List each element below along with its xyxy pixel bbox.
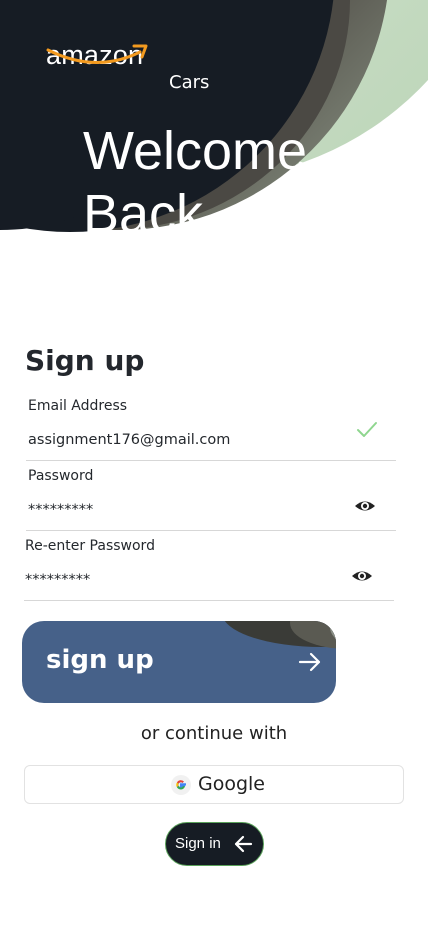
check-icon: [357, 422, 377, 437]
google-icon: [171, 775, 191, 795]
email-label: Email Address: [28, 398, 128, 414]
repassword-label: Re-enter Password: [25, 538, 155, 554]
repassword-input[interactable]: *********: [25, 572, 90, 588]
google-signin-button[interactable]: Google: [24, 765, 404, 804]
password-field[interactable]: Password *********: [26, 468, 396, 531]
signup-button[interactable]: sign up: [22, 621, 336, 703]
password-label: Password: [28, 468, 94, 484]
eye-icon[interactable]: [351, 566, 373, 586]
signin-button-label: Sign in: [175, 835, 221, 852]
continue-with-text: or continue with: [140, 723, 288, 744]
eye-icon[interactable]: [354, 496, 376, 516]
page-title: Sign up: [25, 344, 145, 377]
arrow-left-icon: [234, 835, 253, 853]
welcome-line-1: Welcome: [83, 121, 308, 181]
email-field[interactable]: Email Address assignment176@gmail.com: [26, 398, 396, 461]
welcome-line-2: Back: [83, 184, 204, 244]
email-input[interactable]: assignment176@gmail.com: [28, 432, 230, 448]
logo-subtitle: Cars: [169, 72, 210, 93]
hero-banner: amazon Cars Welcome Back: [0, 0, 428, 340]
amazon-smile-icon: [46, 44, 148, 64]
welcome-heading: Welcome Back: [83, 120, 307, 246]
google-button-label: Google: [198, 773, 266, 795]
password-input[interactable]: *********: [28, 502, 93, 518]
signup-button-label: sign up: [46, 645, 154, 675]
arrow-right-icon: [298, 652, 321, 672]
signin-button[interactable]: Sign in: [165, 822, 264, 866]
amazon-logo: amazon: [46, 40, 176, 100]
repassword-field[interactable]: Re-enter Password *********: [24, 538, 394, 601]
